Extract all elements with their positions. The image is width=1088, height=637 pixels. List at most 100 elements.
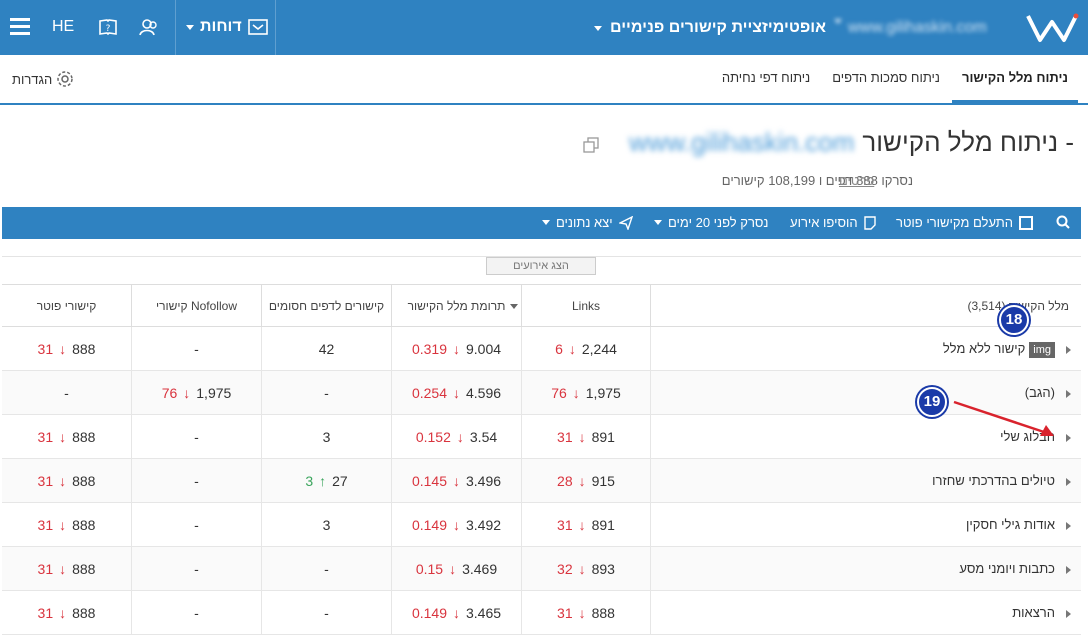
show-events-button[interactable]: הצג אירועים: [486, 257, 596, 275]
contrib-cell: 3.54 ↓ 0.152: [391, 415, 521, 459]
cell-content: -: [324, 547, 329, 591]
cell-content: 3: [323, 503, 331, 547]
cell-content: 4.596 ↓ 0.254: [412, 371, 501, 415]
anchor-text-cell[interactable]: הרצאות: [650, 591, 1081, 635]
help-book-icon[interactable]: ?: [98, 17, 118, 40]
header-blocked[interactable]: קישורים לדפים חסומים: [261, 285, 391, 327]
arrow-down-icon: ↓: [59, 473, 67, 489]
top-bar: HE ? דוחות אופטימיזציית קישורים פנימיים …: [0, 0, 1088, 55]
links-cell: 891 ↓ 31: [521, 503, 650, 547]
table-row[interactable]: כתבות ויומני מסע 888 ↓ 31 - - 3.469 ↓ 0.15 893 ↓ 32: [2, 547, 1081, 591]
expand-arrow-icon[interactable]: [1066, 522, 1071, 530]
expand-arrow-icon[interactable]: [1066, 610, 1071, 618]
language-switch[interactable]: HE: [52, 18, 74, 36]
scan-date-dropdown[interactable]: נסרק לפני 20 ימים: [654, 215, 768, 230]
header-links[interactable]: Links: [521, 285, 650, 327]
expand-arrow-icon[interactable]: [1066, 566, 1071, 574]
arrow-down-icon: ↓: [572, 385, 580, 401]
cell-value: 893: [591, 561, 615, 577]
tab-anchor-text-analysis[interactable]: ניתוח מלל הקישור: [952, 55, 1078, 103]
users-icon[interactable]: [139, 17, 159, 40]
cell-content: -: [194, 503, 199, 547]
links-cell: 2,244 ↓ 6: [521, 327, 650, 371]
arrow-down-icon: ↓: [59, 341, 67, 357]
copy-icon[interactable]: [583, 137, 599, 156]
ignore-footer-toggle[interactable]: התעלם מקישורי פוטר: [896, 215, 1033, 230]
ignore-footer-checkbox[interactable]: [1018, 215, 1033, 230]
arrow-down-icon: ↓: [568, 341, 576, 357]
cell-value: -: [194, 473, 199, 489]
cell-delta: 31: [557, 429, 573, 445]
anchor-text: כתבות ויומני מסע: [959, 561, 1055, 576]
expand-arrow-icon[interactable]: [1066, 390, 1071, 398]
footer-cell: 888 ↓ 31: [2, 591, 131, 635]
expand-arrow-icon[interactable]: [1066, 346, 1071, 354]
settings-label: הגדרות: [12, 71, 53, 87]
arrow-down-icon: ↓: [59, 605, 67, 621]
cell-content: -: [324, 371, 329, 415]
settings-button[interactable]: הגדרות: [12, 70, 74, 88]
nofollow-cell: -: [131, 459, 261, 503]
add-event-button[interactable]: הוסיפו אירוע: [790, 215, 876, 230]
arrow-down-icon: ↓: [453, 341, 460, 357]
table-row[interactable]: אודות גילי חסקין 888 ↓ 31-3 3.492 ↓ 0.149 891 ↓ 3…: [2, 503, 1081, 547]
domain-selector[interactable]: www.gilihaskin.com: [834, 19, 987, 37]
cell-value: -: [64, 385, 69, 401]
cell-value: 891: [591, 429, 615, 445]
nofollow-cell: -: [131, 327, 261, 371]
nofollow-cell: -: [131, 415, 261, 459]
table-row[interactable]: הרצאות 888 ↓ 31 - - 3.465 ↓ 0.149 888 ↓ 31: [2, 591, 1081, 635]
chevron-down-icon: [594, 25, 602, 31]
add-event-label: הוסיפו אירוע: [790, 215, 858, 230]
cell-content: 3.496 ↓ 0.145: [412, 459, 501, 503]
anchor-text-table: מלל הקישור (3,514) Links תרומת מלל הקישו…: [2, 284, 1081, 635]
anchor-text-cell[interactable]: כתבות ויומני מסע: [650, 547, 1081, 591]
details-link[interactable]: פרטים: [839, 173, 874, 188]
blocked-cell: 27 ↑ 3: [261, 459, 391, 503]
table-row[interactable]: טיולים בהדרכתי שחזרו 888 ↓ 31 - 27 ↑ 3 3.496 ↓ 0.1…: [2, 459, 1081, 503]
annotation-arrow-icon: [953, 400, 1054, 436]
cell-content: 3.469 ↓ 0.15: [416, 547, 497, 591]
anchor-text-cell[interactable]: טיולים בהדרכתי שחזרו: [650, 459, 1081, 503]
cell-value: -: [324, 605, 329, 621]
header-nofollow[interactable]: קישורי Nofollow: [131, 285, 261, 327]
footer-cell: 888 ↓ 31: [2, 547, 131, 591]
cell-content: 27 ↑ 3: [305, 459, 347, 503]
table-row[interactable]: הבלוג שלי 888 ↓ 31-3 3.54 ↓ 0.152 891 ↓ 31: [2, 415, 1081, 459]
tab-page-authority[interactable]: ניתוח סמכות הדפים: [822, 55, 950, 103]
cell-content: 42: [319, 327, 335, 371]
table-row[interactable]: קישור ללא מלל img 888 ↓ 31 - 42 9.004 ↓ 0.319 2,24…: [2, 327, 1081, 371]
anchor-text-cell[interactable]: אודות גילי חסקין: [650, 503, 1081, 547]
header-footer[interactable]: קישורי פוטר: [2, 285, 131, 327]
header-contribution[interactable]: תרומת מלל הקישור: [391, 285, 521, 327]
cell-content: 3.54 ↓ 0.152: [416, 415, 497, 459]
reports-menu[interactable]: דוחות: [186, 18, 268, 36]
toolbar: התעלם מקישורי פוטר הוסיפו אירוע נסרק לפנ…: [2, 207, 1081, 239]
search-button[interactable]: [1056, 215, 1070, 229]
cell-content: -: [64, 371, 69, 415]
links-cell: 915 ↓ 28: [521, 459, 650, 503]
tabs-bar: ניתוח מלל הקישור ניתוח סמכות הדפים ניתוח…: [0, 55, 1088, 105]
export-button[interactable]: יצא נתונים: [542, 215, 633, 230]
cell-value: 3.496: [466, 473, 502, 489]
cell-content: 915 ↓ 28: [557, 459, 615, 503]
expand-arrow-icon[interactable]: [1066, 434, 1071, 442]
cell-value: 27: [332, 473, 348, 489]
project-selector[interactable]: אופטימיזציית קישורים פנימיים: [594, 19, 826, 37]
cell-value: -: [194, 517, 199, 533]
arrow-down-icon: ↓: [456, 429, 464, 445]
cell-value: 915: [591, 473, 615, 489]
cell-value: 1,975: [585, 385, 621, 401]
expand-arrow-icon[interactable]: [1066, 478, 1071, 486]
cell-value: -: [324, 561, 329, 577]
cell-delta: 0.254: [411, 385, 447, 401]
arrow-down-icon: ↓: [59, 517, 67, 533]
app-logo[interactable]: [1024, 12, 1080, 47]
cell-content: 3: [323, 415, 331, 459]
cell-delta: 0.145: [411, 473, 447, 489]
chevron-down-icon: [542, 220, 550, 225]
cell-content: 888 ↓ 31: [38, 327, 96, 371]
cell-value: 3.54: [469, 429, 498, 445]
tab-landing-pages[interactable]: ניתוח דפי נחיתה: [712, 55, 820, 103]
hamburger-menu-icon[interactable]: [10, 18, 30, 36]
